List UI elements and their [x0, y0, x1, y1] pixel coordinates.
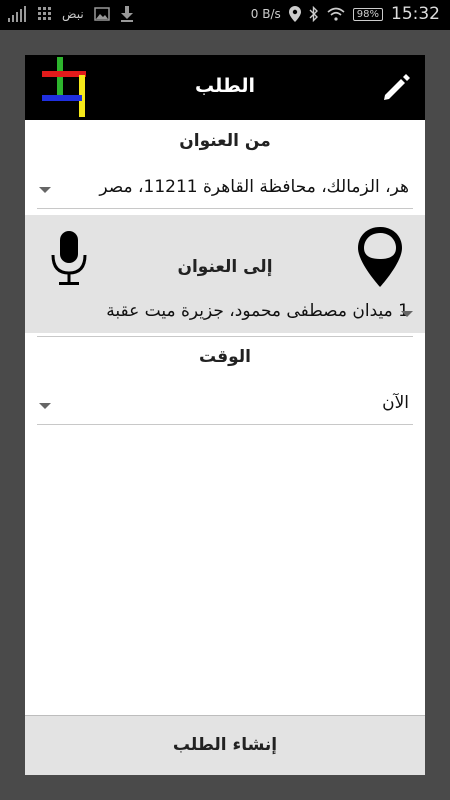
- to-address-value: 1 ميدان مصطفى محمود، جزيرة ميت عقبة: [106, 301, 409, 321]
- clock: 15:32: [391, 4, 440, 24]
- signal-icon: [8, 6, 26, 22]
- edit-button[interactable]: [379, 69, 415, 105]
- to-address-panel: إلى العنوان 1 ميدان مصطفى محمود، جزيرة م…: [25, 215, 425, 333]
- map-pin-icon[interactable]: [355, 225, 405, 289]
- bottom-bar: إنشاء الطلب: [25, 715, 425, 775]
- carrier-label: نبض: [62, 7, 84, 21]
- status-right-icons: 0 B/s 98% 15:32: [251, 4, 440, 24]
- dropdown-arrow-icon: [401, 311, 413, 317]
- dialog-title: الطلب: [194, 75, 256, 97]
- download-icon: [120, 6, 133, 22]
- time-select[interactable]: الآن: [37, 387, 413, 425]
- from-address-label: من العنوان: [179, 131, 271, 151]
- time-label: الوقت: [199, 347, 251, 367]
- to-address-underline: [37, 336, 413, 337]
- pencil-icon: [384, 74, 410, 100]
- dropdown-arrow-icon: [39, 403, 51, 409]
- wifi-icon: [327, 7, 345, 21]
- order-dialog: الطلب من العنوان هر، الزمالك، محافظة الق…: [25, 55, 425, 775]
- data-rate: 0 B/s: [250, 7, 281, 21]
- image-icon: [93, 7, 110, 21]
- time-value: الآن: [382, 393, 409, 413]
- from-address-select[interactable]: هر، الزمالك، محافظة القاهرة 11211، مصر: [37, 171, 413, 209]
- status-bar: نبض 0 B/s 98% 15:32: [0, 0, 450, 30]
- location-icon: [288, 6, 301, 22]
- create-order-button[interactable]: إنشاء الطلب: [25, 716, 425, 776]
- dialog-titlebar: الطلب: [25, 55, 425, 120]
- status-left-icons: نبض: [8, 6, 134, 22]
- battery-indicator: 98%: [352, 7, 383, 21]
- from-address-value: هر، الزمالك، محافظة القاهرة 11211، مصر: [99, 177, 409, 197]
- dropdown-arrow-icon: [39, 187, 51, 193]
- grid-icon: [38, 7, 51, 20]
- to-address-select[interactable]: 1 ميدان مصطفى محمود، جزيرة ميت عقبة: [25, 295, 413, 333]
- bluetooth-icon: [309, 6, 318, 22]
